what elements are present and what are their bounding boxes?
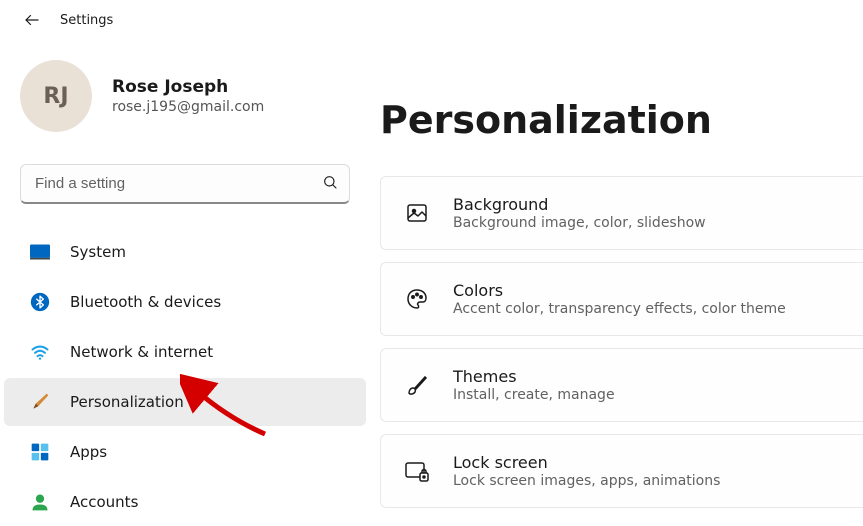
sidebar-item-apps[interactable]: Apps	[4, 428, 366, 476]
sidebar-item-label: Accounts	[70, 493, 138, 511]
search-icon	[322, 174, 338, 194]
system-icon	[28, 240, 52, 264]
sidebar-item-accounts[interactable]: Accounts	[4, 478, 366, 526]
sidebar-item-label: Bluetooth & devices	[70, 293, 221, 311]
brush-icon	[401, 369, 433, 401]
profile-email: rose.j195@gmail.com	[112, 99, 264, 115]
bluetooth-icon	[28, 290, 52, 314]
sidebar-item-label: System	[70, 243, 126, 261]
sidebar-item-personalization[interactable]: Personalization	[4, 378, 366, 426]
card-colors[interactable]: Colors Accent color, transparency effect…	[380, 262, 863, 336]
main-content: Personalization Background Background im…	[370, 40, 863, 524]
paintbrush-icon	[28, 390, 52, 414]
card-background[interactable]: Background Background image, color, slid…	[380, 176, 863, 250]
titlebar: Settings	[0, 0, 863, 40]
search-input[interactable]	[20, 164, 350, 204]
palette-icon	[401, 283, 433, 315]
card-lock-screen[interactable]: Lock screen Lock screen images, apps, an…	[380, 434, 863, 508]
sidebar-nav: System Bluetooth & devices Network & int…	[0, 222, 370, 526]
sidebar-item-system[interactable]: System	[4, 228, 366, 276]
avatar: RJ	[20, 60, 92, 132]
card-themes[interactable]: Themes Install, create, manage	[380, 348, 863, 422]
lock-screen-icon	[401, 455, 433, 487]
card-subtitle: Background image, color, slideshow	[453, 215, 706, 231]
page-title: Personalization	[380, 98, 863, 142]
profile-name: Rose Joseph	[112, 77, 264, 97]
card-subtitle: Accent color, transparency effects, colo…	[453, 301, 786, 317]
accounts-icon	[28, 490, 52, 514]
sidebar-item-label: Personalization	[70, 393, 184, 411]
card-title: Colors	[453, 281, 786, 300]
apps-icon	[28, 440, 52, 464]
back-button[interactable]	[20, 8, 44, 32]
account-profile[interactable]: RJ Rose Joseph rose.j195@gmail.com	[0, 60, 370, 152]
search-box[interactable]	[20, 164, 350, 204]
sidebar: RJ Rose Joseph rose.j195@gmail.com Syste…	[0, 40, 370, 524]
card-title: Themes	[453, 367, 615, 386]
card-subtitle: Lock screen images, apps, animations	[453, 473, 720, 489]
arrow-left-icon	[23, 11, 41, 29]
card-subtitle: Install, create, manage	[453, 387, 615, 403]
sidebar-item-label: Network & internet	[70, 343, 213, 361]
card-title: Lock screen	[453, 453, 720, 472]
sidebar-item-label: Apps	[70, 443, 107, 461]
app-title: Settings	[60, 13, 113, 28]
image-icon	[401, 197, 433, 229]
card-title: Background	[453, 195, 706, 214]
sidebar-item-network[interactable]: Network & internet	[4, 328, 366, 376]
sidebar-item-bluetooth[interactable]: Bluetooth & devices	[4, 278, 366, 326]
wifi-icon	[28, 340, 52, 364]
